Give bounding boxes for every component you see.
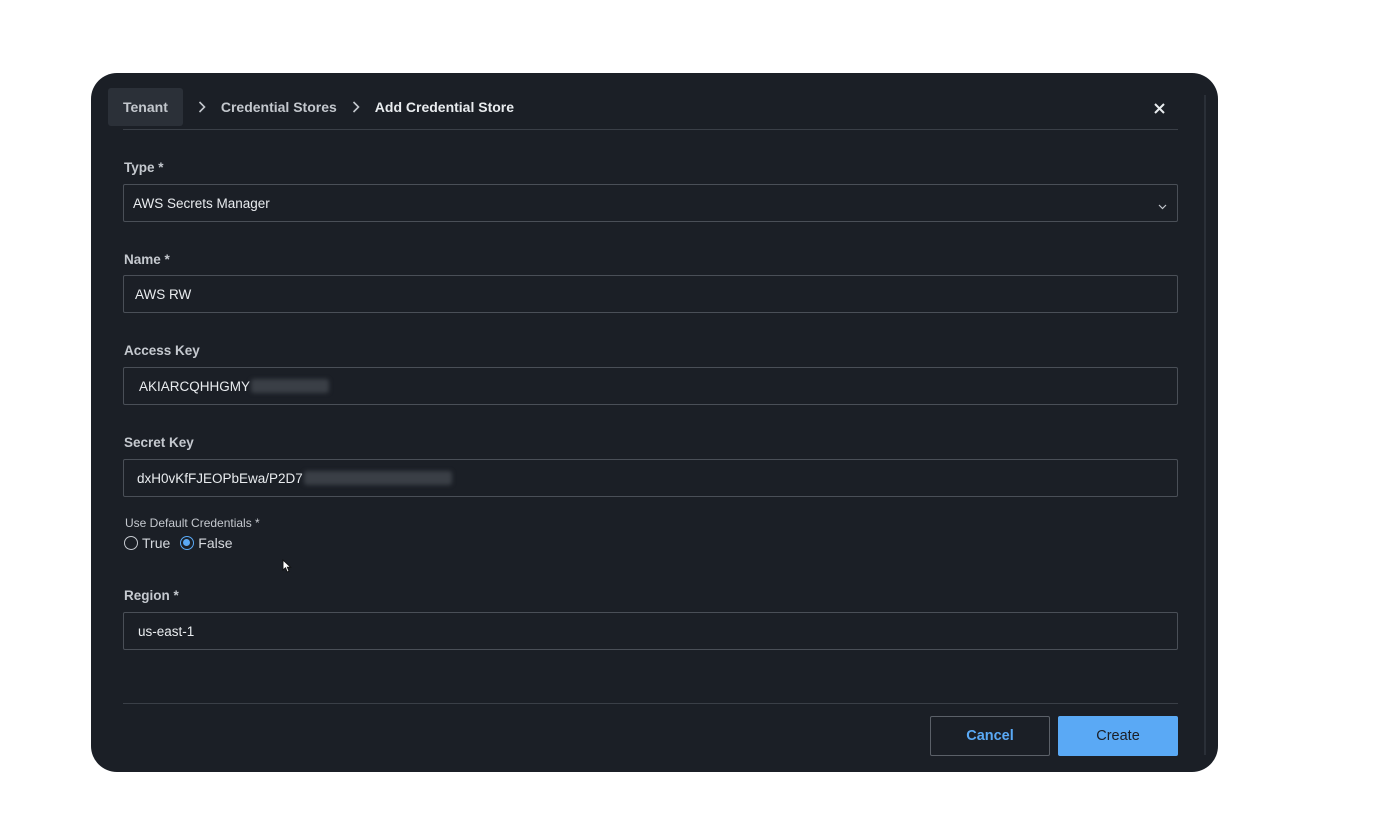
chevron-right-icon: [183, 88, 221, 126]
radio-true[interactable]: [124, 536, 138, 550]
secret-key-input-value: dxH0vKfFJEOPbEwa/P2D7: [137, 470, 303, 486]
name-input-value: AWS RW: [135, 286, 192, 302]
modal-scrollbar[interactable]: [1204, 95, 1206, 755]
breadcrumb-item-add-credential-store: Add Credential Store: [374, 99, 515, 115]
create-button[interactable]: Create: [1058, 716, 1178, 756]
radio-option-false[interactable]: False: [180, 535, 233, 551]
region-label: Region *: [124, 588, 179, 603]
radio-false-label: False: [198, 535, 233, 551]
close-icon: [1153, 102, 1165, 114]
radio-option-true[interactable]: True: [124, 535, 170, 551]
type-select[interactable]: AWS Secrets Manager: [123, 184, 1178, 222]
secret-key-input[interactable]: dxH0vKfFJEOPbEwa/P2D7: [123, 459, 1178, 497]
add-credential-store-modal: Tenant Credential Stores Add Credential …: [91, 73, 1218, 772]
access-key-input[interactable]: AKIARCQHHGMY: [123, 367, 1178, 405]
header-divider: [123, 129, 1178, 130]
secret-key-label: Secret Key: [124, 435, 194, 450]
chevron-down-icon: [1158, 198, 1167, 213]
footer-divider: [123, 703, 1178, 704]
cancel-button[interactable]: Cancel: [930, 716, 1050, 756]
access-key-input-value: AKIARCQHHGMY: [139, 378, 251, 394]
type-select-value: AWS Secrets Manager: [133, 195, 270, 211]
name-input[interactable]: AWS RW: [123, 275, 1178, 313]
chevron-right-icon: [337, 88, 375, 126]
breadcrumb-item-credential-stores[interactable]: Credential Stores: [221, 88, 337, 126]
name-label: Name *: [124, 252, 170, 267]
radio-false[interactable]: [180, 536, 195, 550]
radio-true-label: True: [142, 535, 171, 551]
region-input-value: us-east-1: [138, 623, 195, 639]
breadcrumb-item-tenant[interactable]: Tenant: [108, 88, 183, 126]
use-default-credentials-radio-group: True False: [124, 535, 233, 551]
use-default-credentials-label: Use Default Credentials *: [125, 516, 260, 530]
access-key-label: Access Key: [124, 343, 200, 358]
breadcrumb: Tenant Credential Stores Add Credential …: [108, 88, 1178, 126]
mouse-pointer-icon: [282, 558, 292, 578]
close-button[interactable]: [1148, 97, 1170, 119]
type-label: Type *: [124, 160, 164, 175]
region-input[interactable]: us-east-1: [123, 612, 1178, 650]
redacted-secret-key: [303, 471, 452, 485]
redacted-access-key: [251, 379, 330, 393]
